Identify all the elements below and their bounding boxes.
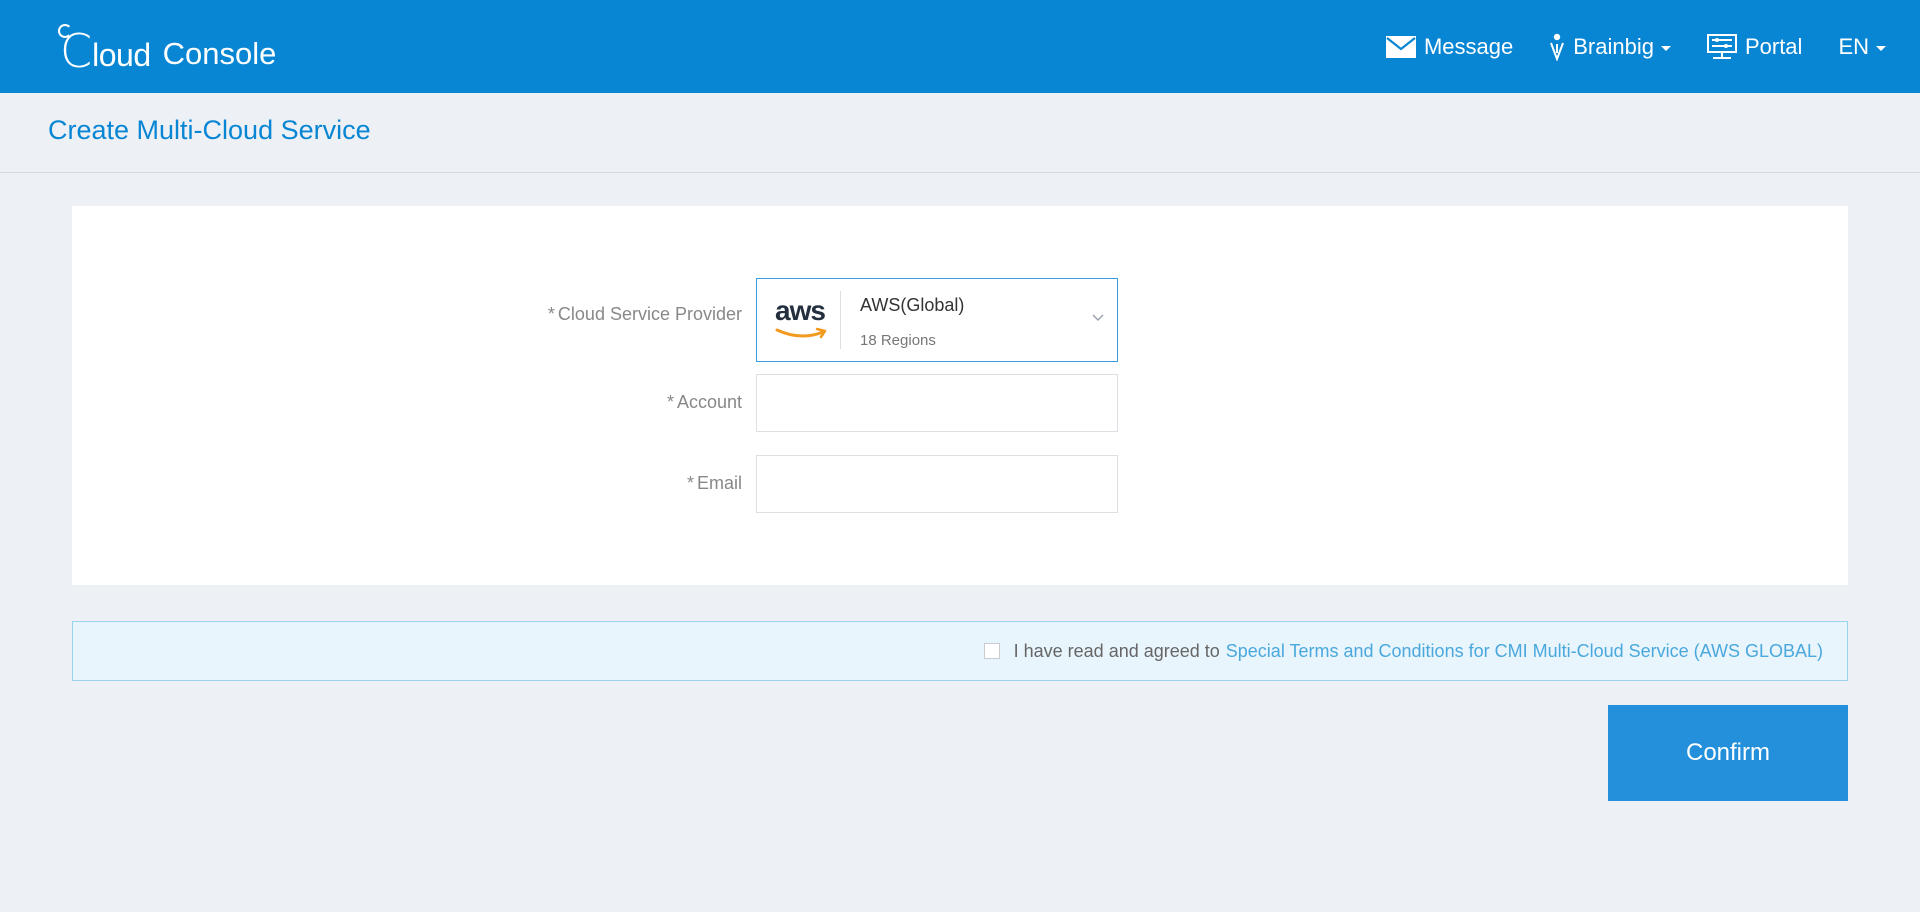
nav-portal[interactable]: Portal xyxy=(1706,33,1803,60)
aws-logo: aws xyxy=(771,293,837,347)
nav-user-menu[interactable]: Brainbig xyxy=(1549,33,1671,61)
required-mark: * xyxy=(686,473,694,493)
terms-link[interactable]: Special Terms and Conditions for CMI Mul… xyxy=(1226,641,1823,662)
user-icon xyxy=(1549,33,1565,61)
email-label: * Email xyxy=(686,473,742,493)
caret-down-icon xyxy=(1660,45,1671,51)
logo-swirl-icon xyxy=(58,24,72,38)
nav-message-label: Message xyxy=(1423,33,1514,59)
caret-down-icon xyxy=(1876,45,1886,51)
cloud-provider-select[interactable]: aws AWS(Global) 18 Regions xyxy=(756,278,1118,362)
nav-user-label: Brainbig xyxy=(1573,33,1654,59)
nav-message[interactable]: Message xyxy=(1385,33,1514,60)
top-nav: Message Brainbig Portal EN xyxy=(1350,0,1920,93)
envelope-icon xyxy=(1385,35,1416,58)
chevron-down-icon xyxy=(1092,314,1104,322)
language-label: EN xyxy=(1838,33,1869,59)
email-input[interactable] xyxy=(756,455,1118,513)
logo-wordmark-loud: loud xyxy=(92,37,151,73)
confirm-button[interactable]: Confirm xyxy=(1608,705,1848,801)
aws-logo-text: aws xyxy=(775,295,826,326)
account-label: * Account xyxy=(666,392,742,412)
required-mark: * xyxy=(547,304,555,324)
agreement-content: I have read and agreed to Special Terms … xyxy=(983,622,1823,680)
provider-label: * Cloud Service Provider xyxy=(547,304,742,324)
nav-portal-label: Portal xyxy=(1744,33,1803,59)
provider-regions: 18 Regions xyxy=(860,332,936,349)
cloud-console-logo[interactable]: C loud Console xyxy=(58,24,277,78)
logo-letter-c: C xyxy=(58,24,93,78)
aws-smile-icon xyxy=(775,327,827,339)
logo-wordmark-console: Console xyxy=(162,36,277,71)
service-form-card: * Cloud Service Provider aws AWS(Global) … xyxy=(72,206,1848,585)
top-bar: C loud Console Message Brainbig Portal E… xyxy=(0,0,1920,93)
language-switcher[interactable]: EN xyxy=(1838,34,1886,60)
agreement-checkbox[interactable] xyxy=(983,643,1000,659)
portal-icon xyxy=(1706,33,1737,60)
provider-divider xyxy=(840,291,841,349)
account-input[interactable] xyxy=(756,374,1118,432)
required-mark: * xyxy=(666,392,674,412)
agreement-text: I have read and agreed to xyxy=(1013,640,1220,661)
page-title-bar: Create Multi-Cloud Service xyxy=(0,93,1920,173)
agreement-bar: I have read and agreed to Special Terms … xyxy=(72,621,1848,681)
page-title: Create Multi-Cloud Service xyxy=(48,115,371,145)
provider-name: AWS(Global) xyxy=(860,295,965,315)
